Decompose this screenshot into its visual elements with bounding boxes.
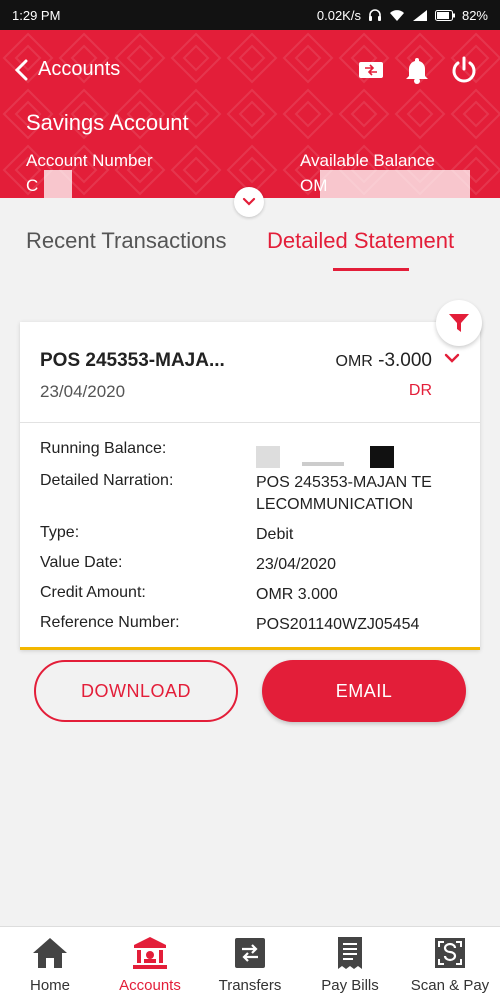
scan-icon: [435, 938, 465, 968]
chevron-left-icon: [14, 59, 28, 80]
bell-icon[interactable]: [404, 56, 430, 84]
back-label: Accounts: [38, 58, 121, 80]
detail-value: Debit: [256, 526, 294, 543]
transaction-title: POS 245353-MAJA...: [40, 350, 225, 371]
status-time: 1:29 PM: [12, 7, 61, 23]
back-button[interactable]: Accounts: [14, 58, 120, 81]
statement-tabs: Recent Transactions Detailed Statement: [0, 228, 500, 272]
card-divider: [20, 422, 480, 423]
email-button[interactable]: EMAIL: [262, 660, 466, 722]
filter-button[interactable]: [436, 300, 482, 346]
nav-home[interactable]: Home: [0, 927, 100, 1000]
nav-pay-bills[interactable]: Pay Bills: [300, 927, 400, 1000]
network-speed: 0.02K/s: [316, 7, 361, 23]
expand-header-button[interactable]: [234, 187, 264, 217]
download-button[interactable]: DOWNLOAD: [34, 660, 238, 722]
nav-label: Scan & Pay: [410, 977, 490, 994]
nav-label: Pay Bills: [321, 977, 379, 994]
battery-icon: [434, 9, 455, 21]
transaction-currency: OMR: [335, 353, 373, 370]
bottom-navigation: Home Accounts Transfers Pay Bills Scan &…: [0, 926, 500, 1000]
active-tab-indicator: [333, 268, 409, 271]
nav-scan-pay[interactable]: Scan & Pay: [400, 927, 500, 1000]
bank-icon: [133, 937, 167, 969]
transaction-card: POS 245353-MAJA... 23/04/2020 OMR -3.000…: [20, 322, 480, 650]
home-icon: [33, 938, 67, 968]
detail-label: Credit Amount:: [40, 584, 146, 601]
redaction-mask: [302, 462, 344, 466]
status-bar: 1:29 PM 0.02K/s 82%: [0, 0, 500, 30]
account-number-label: Account Number: [26, 151, 153, 170]
transaction-amount: OMR -3.000: [336, 350, 432, 372]
redaction-mask: [44, 170, 72, 198]
detail-label: Detailed Narration:: [40, 472, 174, 489]
balance-label: Available Balance: [300, 151, 435, 170]
nav-label: Accounts: [119, 977, 181, 994]
detail-value: 23/04/2020: [256, 556, 337, 573]
nav-transfers[interactable]: Transfers: [200, 927, 300, 1000]
wifi-icon: [389, 9, 404, 21]
detail-label: Type:: [40, 524, 80, 541]
nav-accounts[interactable]: Accounts: [100, 927, 200, 1000]
bill-icon: [338, 937, 362, 969]
account-header: Accounts Savings Account Account Number …: [0, 30, 500, 198]
redaction-mask: [256, 446, 280, 468]
power-icon[interactable]: [450, 56, 478, 84]
transfer-icon: [235, 938, 265, 968]
detail-label: Reference Number:: [40, 614, 180, 631]
tab-detailed-statement[interactable]: Detailed Statement: [267, 228, 454, 254]
transaction-date: 23/04/2020: [40, 382, 126, 401]
detail-label: Running Balance:: [40, 440, 167, 457]
battery-level: 82%: [461, 7, 488, 23]
filter-icon: [449, 314, 469, 332]
detail-value: OMR 3.000: [256, 586, 338, 603]
collapse-chevron-icon[interactable]: [444, 352, 460, 364]
detail-label: Value Date:: [40, 554, 123, 571]
headphones-icon: [368, 9, 381, 21]
transaction-amount-value: -3.000: [378, 350, 432, 371]
transaction-summary[interactable]: POS 245353-MAJA... 23/04/2020 OMR -3.000…: [20, 322, 480, 422]
redaction-mask: [370, 446, 394, 468]
detail-value: POS201140WZJ05454: [256, 616, 420, 633]
tab-recent-transactions[interactable]: Recent Transactions: [26, 228, 227, 254]
transaction-type-code: DR: [408, 382, 432, 399]
signal-icon: [412, 9, 427, 21]
nav-label: Transfers: [218, 977, 282, 994]
account-number-value: C: [26, 176, 39, 195]
nav-label: Home: [29, 977, 70, 994]
chevron-down-icon: [242, 197, 256, 206]
detail-value: POS 245353-MAJAN TE LECOMMUNICATION: [256, 474, 432, 513]
card-transfer-icon[interactable]: [358, 59, 384, 81]
account-title: Savings Account: [26, 110, 189, 135]
redaction-mask: [320, 170, 470, 198]
